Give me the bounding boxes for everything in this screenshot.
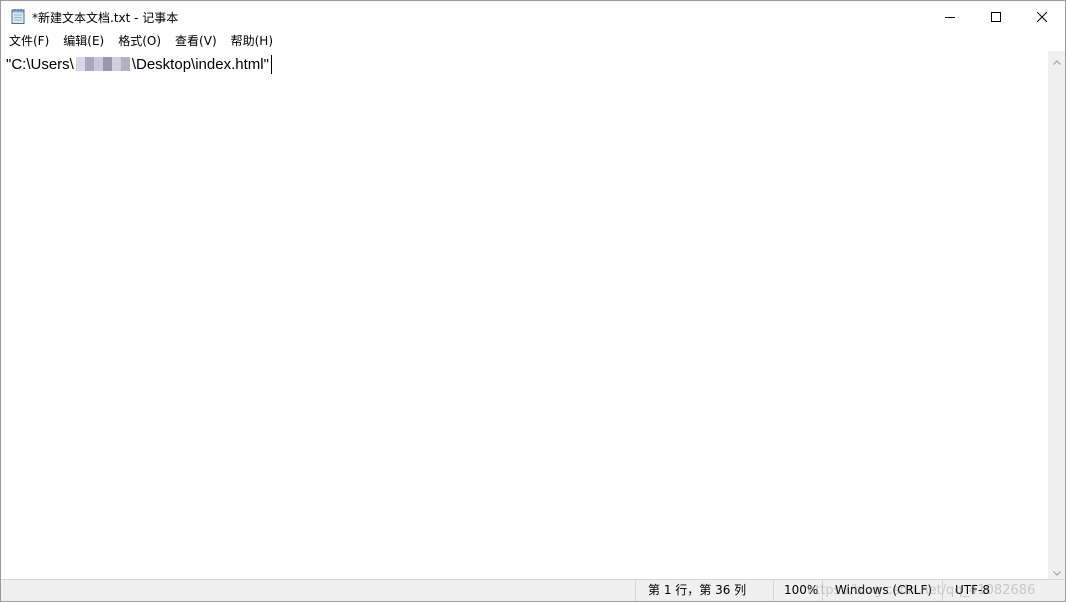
editor-text-before: "C:\Users\	[6, 55, 74, 73]
title-bar[interactable]: *新建文本文档.txt - 记事本	[1, 1, 1065, 32]
status-encoding: UTF-8	[942, 580, 1065, 601]
editor-line: "C:\Users\ \Desktop\index.html"	[6, 54, 272, 74]
menu-format[interactable]: 格式(O)	[111, 32, 168, 51]
status-zoom: 100%	[773, 580, 822, 601]
text-caret	[270, 54, 272, 74]
notepad-window: *新建文本文档.txt - 记事本 文件(F) 编辑(E) 格式(O) 查看(V…	[0, 0, 1066, 602]
chevron-down-icon	[1052, 561, 1061, 580]
minimize-icon	[945, 7, 955, 26]
status-line-ending: Windows (CRLF)	[822, 580, 942, 601]
close-icon	[1036, 7, 1048, 26]
scroll-down-button[interactable]	[1048, 562, 1065, 579]
status-cursor-position: 第 1 行，第 36 列	[635, 580, 773, 601]
chevron-up-icon	[1052, 50, 1061, 69]
status-bar: 第 1 行，第 36 列 100% Windows (CRLF) UTF-8 h…	[1, 579, 1065, 601]
scroll-up-button[interactable]	[1048, 51, 1065, 68]
menu-file[interactable]: 文件(F)	[2, 32, 56, 51]
notepad-icon[interactable]	[11, 8, 25, 24]
window-title: *新建文本文档.txt - 记事本	[32, 11, 179, 25]
menu-bar: 文件(F) 编辑(E) 格式(O) 查看(V) 帮助(H)	[1, 32, 1065, 51]
menu-edit[interactable]: 编辑(E)	[56, 32, 111, 51]
vertical-scrollbar[interactable]	[1048, 51, 1065, 579]
maximize-icon	[991, 7, 1001, 26]
menu-view[interactable]: 查看(V)	[168, 32, 224, 51]
maximize-button[interactable]	[973, 1, 1019, 32]
editor-text-after: \Desktop\index.html"	[131, 55, 269, 73]
minimize-button[interactable]	[927, 1, 973, 32]
menu-help[interactable]: 帮助(H)	[224, 32, 280, 51]
text-editor[interactable]: "C:\Users\ \Desktop\index.html"	[2, 51, 1048, 579]
redacted-username	[75, 57, 130, 71]
close-button[interactable]	[1019, 1, 1065, 32]
